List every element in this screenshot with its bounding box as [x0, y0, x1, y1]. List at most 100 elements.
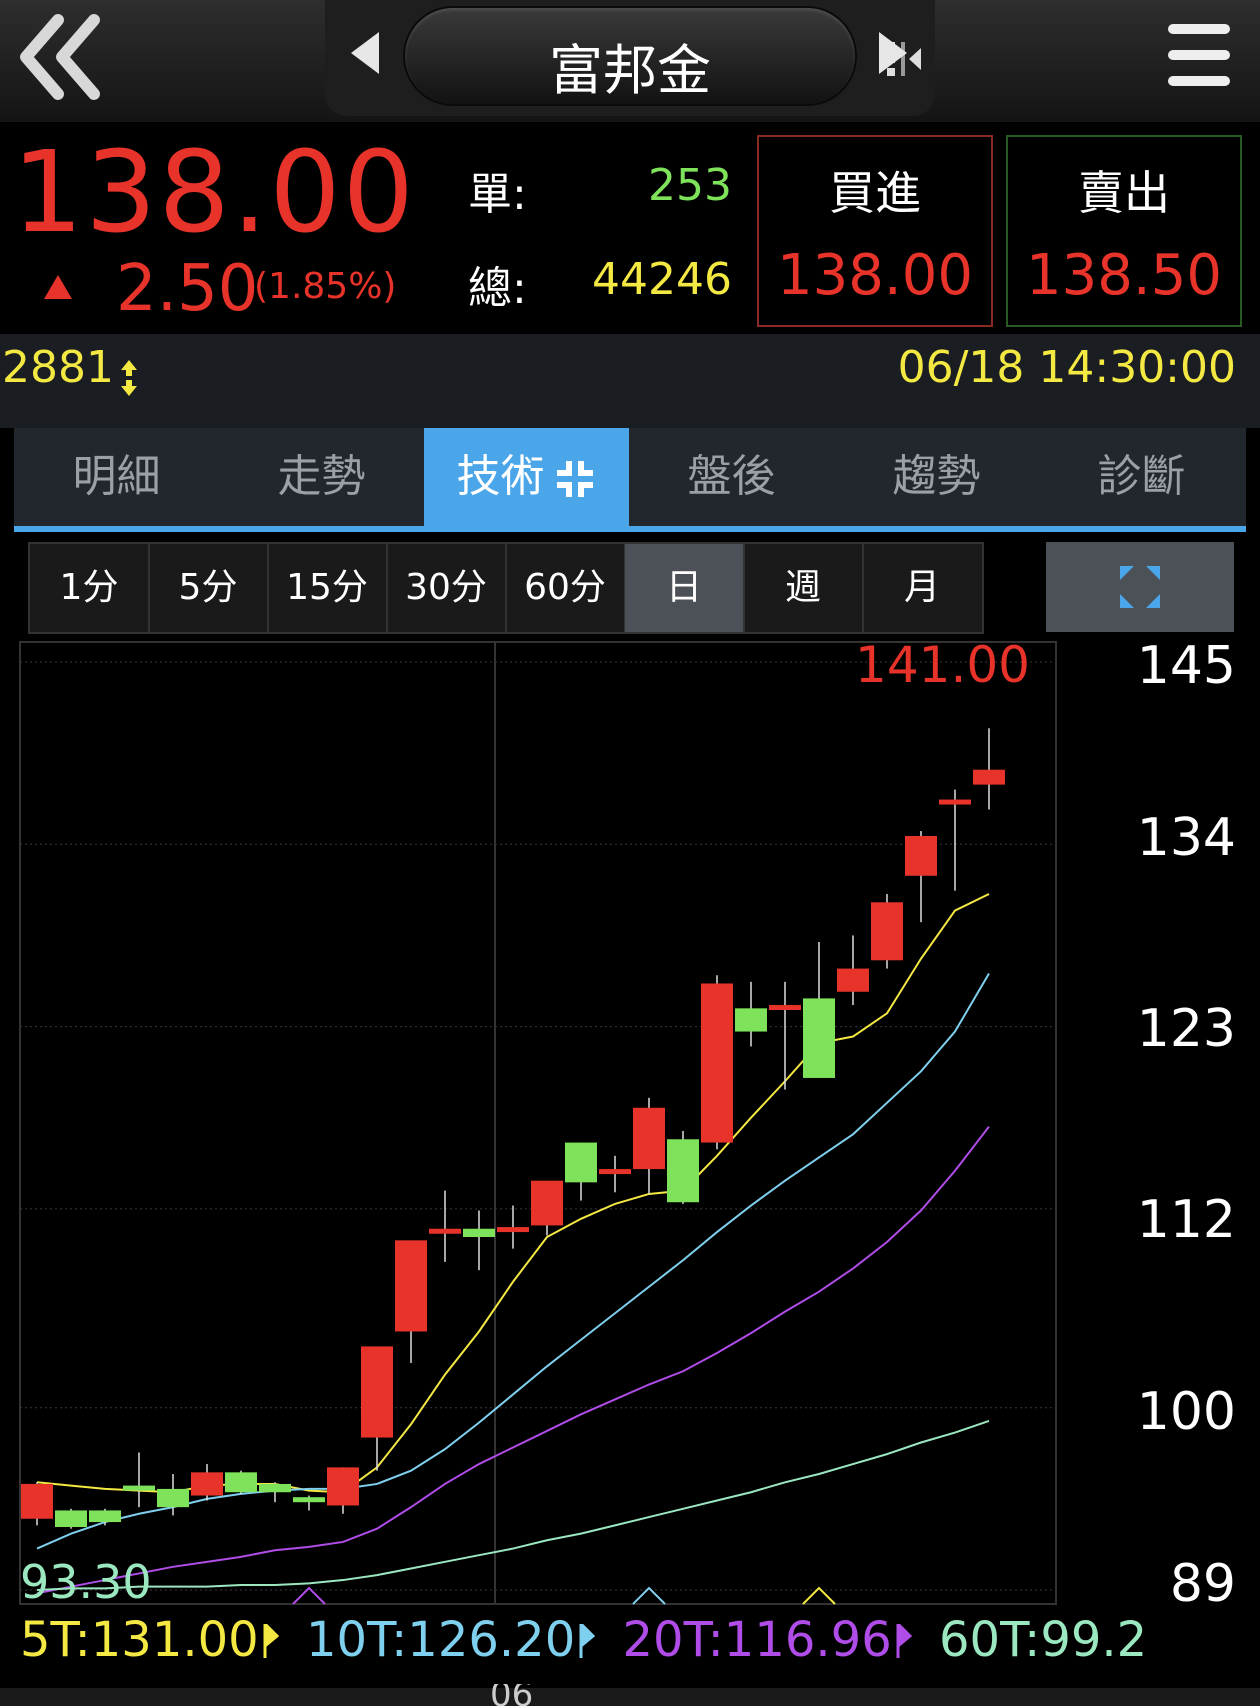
- candle-body: [633, 1107, 665, 1170]
- candle-body: [89, 1510, 121, 1523]
- total-volume-label: 總:: [468, 263, 527, 314]
- ask-price: 138.50: [1026, 243, 1222, 308]
- candle-body: [667, 1139, 699, 1203]
- candle-body: [871, 902, 903, 961]
- candle-body: [531, 1180, 563, 1226]
- tab-bar: 明細 走勢 技術 盤後 趨勢 診斷: [14, 428, 1246, 532]
- single-volume-label: 單:: [468, 169, 527, 220]
- low-price-label: 93.30: [20, 1555, 152, 1609]
- candle-body: [259, 1483, 291, 1493]
- moving-average-legend: 5T:131.00 10T:126.20 20T:116.96 60T:99.2: [20, 1612, 1147, 1668]
- candle-body: [497, 1227, 529, 1233]
- candle-body: [157, 1488, 189, 1508]
- flag-icon: [263, 1624, 279, 1658]
- legend-ma60: 60T:99.2: [939, 1612, 1148, 1668]
- candle-body: [735, 1008, 767, 1032]
- price-change-percent: (1.85%): [254, 266, 397, 307]
- candle-body: [21, 1483, 53, 1519]
- tab-diagnosis[interactable]: 診斷: [1039, 428, 1244, 526]
- triangle-right-icon[interactable]: [875, 28, 911, 78]
- candle-body: [701, 983, 733, 1143]
- y-axis-label: 100: [1136, 1382, 1236, 1442]
- candle-body: [973, 769, 1005, 785]
- period-15min[interactable]: 15分: [268, 544, 388, 632]
- hamburger-menu-icon[interactable]: [1166, 20, 1232, 90]
- period-1min[interactable]: 1分: [30, 544, 150, 632]
- buy-button[interactable]: 買進 138.00: [757, 135, 993, 327]
- candle-body: [769, 1005, 801, 1011]
- period-day[interactable]: 日: [625, 544, 745, 632]
- candle-body: [225, 1472, 257, 1493]
- candle-body: [327, 1467, 359, 1506]
- candle-body: [123, 1485, 155, 1491]
- tab-label: 走勢: [277, 451, 366, 502]
- candle-body: [429, 1228, 461, 1234]
- tab-after-hours[interactable]: 盤後: [629, 428, 834, 526]
- period-week[interactable]: 週: [744, 544, 864, 632]
- candle-body: [55, 1510, 87, 1528]
- candle-body: [939, 799, 971, 805]
- legend-ma20: 20T:116.96: [622, 1612, 892, 1668]
- period-30min[interactable]: 30分: [387, 544, 507, 632]
- period-60min[interactable]: 60分: [506, 544, 626, 632]
- candle-body: [837, 968, 869, 992]
- stock-code: 2881: [2, 342, 114, 393]
- info-bar: 2881 06/18 14:30:00: [0, 334, 1260, 428]
- candle-body: [803, 998, 835, 1078]
- tab-label: 診斷: [1097, 451, 1186, 502]
- candle-body: [395, 1240, 427, 1332]
- up-down-arrows-icon: [121, 360, 137, 396]
- bottom-strip: [0, 1688, 1260, 1706]
- candle-body: [463, 1228, 495, 1238]
- stock-title-pill[interactable]: 富邦金: [405, 8, 921, 104]
- y-axis-label: 89: [1169, 1554, 1236, 1614]
- stock-name: 富邦金: [549, 39, 711, 102]
- bid-price: 138.00: [777, 243, 973, 308]
- tab-trend[interactable]: 走勢: [219, 428, 424, 526]
- sell-label: 賣出: [1078, 166, 1170, 220]
- plot-area: [19, 641, 1057, 1605]
- collapse-icon: [556, 461, 593, 497]
- period-month[interactable]: 月: [863, 544, 981, 632]
- candle-body: [361, 1346, 393, 1438]
- candle-body: [191, 1472, 223, 1496]
- tab-label: 趨勢: [892, 451, 981, 502]
- legend-ma10: 10T:126.20: [305, 1612, 576, 1668]
- buy-label: 買進: [829, 166, 921, 220]
- tab-label: 明細: [72, 451, 161, 502]
- tab-label: 盤後: [687, 451, 776, 502]
- y-axis-label: 112: [1136, 1190, 1236, 1250]
- single-volume-value: 253: [648, 160, 732, 211]
- y-axis-label: 123: [1136, 999, 1236, 1059]
- last-price: 138.00: [12, 128, 416, 258]
- price-change: 2.50: [116, 252, 259, 326]
- candle-body: [565, 1142, 597, 1183]
- candle-body: [293, 1497, 325, 1503]
- period-5min[interactable]: 5分: [149, 544, 269, 632]
- x-axis-month-label: 06: [490, 1684, 534, 1706]
- fullscreen-button[interactable]: [1046, 542, 1234, 632]
- candlestick-chart[interactable]: 141.00 93.30: [0, 640, 1260, 1706]
- quote-datetime: 06/18 14:30:00: [897, 342, 1236, 393]
- candle-body: [599, 1169, 631, 1175]
- legend-ma5: 5T:131.00: [20, 1612, 259, 1668]
- stock-switcher: 富邦金: [325, 0, 935, 116]
- flag-icon: [579, 1624, 596, 1658]
- tab-detail[interactable]: 明細: [14, 428, 219, 526]
- candle-body: [905, 836, 937, 876]
- flag-icon: [896, 1624, 912, 1658]
- high-price-label: 141.00: [855, 640, 1030, 694]
- top-bar: 富邦金: [0, 0, 1260, 122]
- expand-icon: [1120, 566, 1160, 608]
- sell-button[interactable]: 賣出 138.50: [1006, 135, 1242, 327]
- total-volume-value: 44246: [592, 254, 732, 305]
- y-axis-label: 134: [1136, 808, 1236, 868]
- double-chevron-left-icon[interactable]: [12, 12, 112, 102]
- up-triangle-icon: [44, 275, 72, 299]
- tab-technical[interactable]: 技術: [424, 428, 629, 526]
- tab-trends[interactable]: 趨勢: [834, 428, 1039, 526]
- period-selector: 1分 5分 15分 30分 60分 日 週 月: [28, 542, 984, 634]
- triangle-left-icon[interactable]: [347, 28, 383, 78]
- y-axis-label: 145: [1136, 636, 1236, 696]
- tab-label: 技術: [456, 451, 545, 502]
